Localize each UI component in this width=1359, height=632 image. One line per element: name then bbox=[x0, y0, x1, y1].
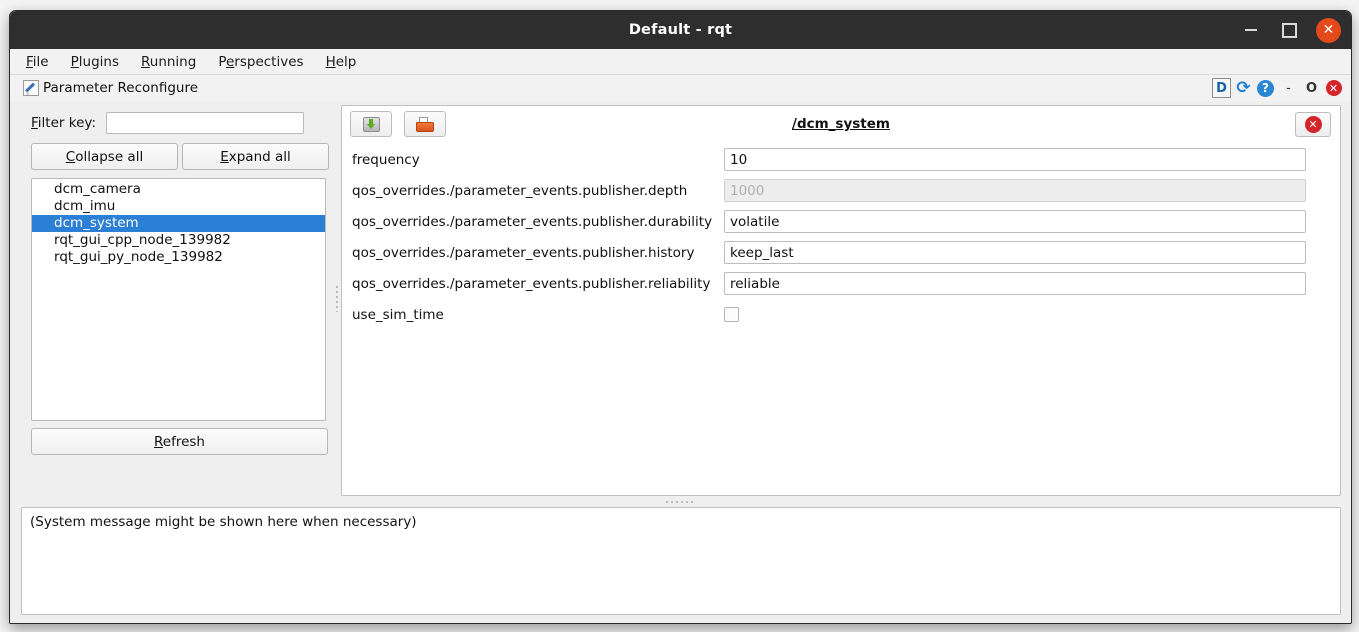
filter-key-label: Filter key: bbox=[31, 115, 96, 131]
collapse-all-button[interactable]: Collapse all bbox=[31, 143, 178, 170]
menubar: File Plugins Running Perspectives Help bbox=[10, 49, 1351, 75]
menu-perspectives[interactable]: Perspectives bbox=[218, 54, 303, 70]
system-message-console: (System message might be shown here when… bbox=[21, 507, 1341, 615]
plugin-dock-header: Parameter Reconfigure D ⟳ ? - O ✕ bbox=[10, 75, 1351, 101]
save-parameters-button[interactable] bbox=[350, 111, 392, 137]
expand-all-button[interactable]: Expand all bbox=[182, 143, 329, 170]
list-item-selected[interactable]: dcm_system bbox=[32, 215, 325, 232]
refresh-button[interactable]: Refresh bbox=[31, 428, 328, 455]
list-item[interactable]: dcm_camera bbox=[32, 181, 325, 198]
dock-toggle-button[interactable]: D bbox=[1212, 78, 1231, 98]
plugin-title-label: Parameter Reconfigure bbox=[43, 80, 199, 96]
filter-row: Filter key: bbox=[31, 112, 332, 134]
list-item[interactable]: rqt_gui_cpp_node_139982 bbox=[32, 232, 325, 249]
parameter-row: qos_overrides./parameter_events.publishe… bbox=[342, 206, 1340, 237]
minimize-icon bbox=[1245, 29, 1257, 31]
reload-icon[interactable]: ⟳ bbox=[1234, 78, 1253, 98]
folder-open-icon bbox=[416, 116, 434, 132]
parameter-value-reliability[interactable] bbox=[724, 272, 1306, 295]
dock-float-button[interactable]: O bbox=[1302, 79, 1321, 98]
main-body: Filter key: Collapse all Expand all dcm_… bbox=[10, 101, 1351, 623]
parameter-toolbar: /dcm_system ✕ bbox=[342, 106, 1340, 142]
parameter-row: qos_overrides./parameter_events.publishe… bbox=[342, 268, 1340, 299]
dock-close-button[interactable]: ✕ bbox=[1324, 79, 1343, 98]
parameter-row: qos_overrides./parameter_events.publishe… bbox=[342, 175, 1340, 206]
menu-help[interactable]: Help bbox=[326, 54, 357, 70]
node-list[interactable]: dcm_camera dcm_imu dcm_system rqt_gui_cp… bbox=[31, 178, 326, 421]
window-title: Default - rqt bbox=[628, 22, 733, 38]
close-window-button[interactable]: ✕ bbox=[1316, 17, 1341, 43]
splitter-grip bbox=[665, 500, 696, 503]
parameter-label: frequency bbox=[352, 151, 420, 168]
parameter-row: qos_overrides./parameter_events.publishe… bbox=[342, 237, 1340, 268]
list-item[interactable]: rqt_gui_py_node_139982 bbox=[32, 249, 325, 266]
parameter-value-frequency[interactable] bbox=[724, 148, 1306, 171]
upper-split: Filter key: Collapse all Expand all dcm_… bbox=[10, 101, 1351, 496]
menu-plugins[interactable]: Plugins bbox=[71, 54, 119, 70]
parameter-value-history[interactable] bbox=[724, 241, 1306, 264]
system-message-text: (System message might be shown here when… bbox=[30, 514, 417, 530]
parameter-rows: frequency qos_overrides./parameter_event… bbox=[342, 142, 1340, 495]
plugin-title-group: Parameter Reconfigure bbox=[23, 80, 198, 96]
parameter-row: frequency bbox=[342, 144, 1340, 175]
splitter-grip bbox=[335, 285, 338, 312]
parameter-value-depth bbox=[724, 179, 1306, 202]
dock-controls: D ⟳ ? - O ✕ bbox=[1212, 75, 1343, 101]
vertical-splitter[interactable] bbox=[332, 101, 341, 496]
node-selection-pane: Filter key: Collapse all Expand all dcm_… bbox=[10, 101, 332, 496]
parameter-pane: /dcm_system ✕ frequency qos_overrides./p… bbox=[341, 105, 1341, 496]
parameter-label: qos_overrides./parameter_events.publishe… bbox=[352, 275, 711, 292]
parameter-label: qos_overrides./parameter_events.publishe… bbox=[352, 182, 688, 199]
pencil-icon bbox=[23, 80, 39, 96]
close-parameter-group-button[interactable]: ✕ bbox=[1295, 111, 1331, 137]
parameter-value-use-sim-time-checkbox[interactable] bbox=[724, 307, 739, 322]
list-item[interactable]: dcm_imu bbox=[32, 198, 325, 215]
parameter-label: qos_overrides./parameter_events.publishe… bbox=[352, 213, 713, 230]
expand-collapse-row: Collapse all Expand all bbox=[31, 143, 332, 170]
selected-node-title: /dcm_system bbox=[792, 116, 890, 132]
parameter-label: qos_overrides./parameter_events.publishe… bbox=[352, 244, 695, 261]
help-icon: ? bbox=[1257, 79, 1274, 97]
minimize-button[interactable] bbox=[1240, 19, 1262, 41]
maximize-button[interactable] bbox=[1278, 19, 1300, 41]
rqt-main-window: Default - rqt ✕ File Plugins Running Per… bbox=[9, 10, 1352, 624]
window-controls: ✕ bbox=[1240, 11, 1341, 49]
filter-key-input[interactable] bbox=[105, 112, 304, 134]
save-icon bbox=[362, 116, 380, 132]
window-titlebar[interactable]: Default - rqt ✕ bbox=[10, 11, 1351, 49]
desktop-background: Default - rqt ✕ File Plugins Running Per… bbox=[0, 0, 1359, 632]
help-button[interactable]: ? bbox=[1256, 79, 1275, 98]
close-icon: ✕ bbox=[1325, 80, 1342, 96]
load-parameters-button[interactable] bbox=[404, 111, 446, 137]
menu-file[interactable]: File bbox=[26, 54, 49, 70]
close-icon: ✕ bbox=[1304, 115, 1322, 133]
maximize-icon bbox=[1281, 22, 1297, 38]
parameter-value-durability[interactable] bbox=[724, 210, 1306, 233]
menu-running[interactable]: Running bbox=[141, 54, 196, 70]
horizontal-splitter[interactable] bbox=[10, 496, 1351, 507]
dock-minimize-button[interactable]: - bbox=[1278, 79, 1299, 98]
parameter-label: use_sim_time bbox=[352, 306, 444, 323]
parameter-row: use_sim_time bbox=[342, 299, 1340, 330]
